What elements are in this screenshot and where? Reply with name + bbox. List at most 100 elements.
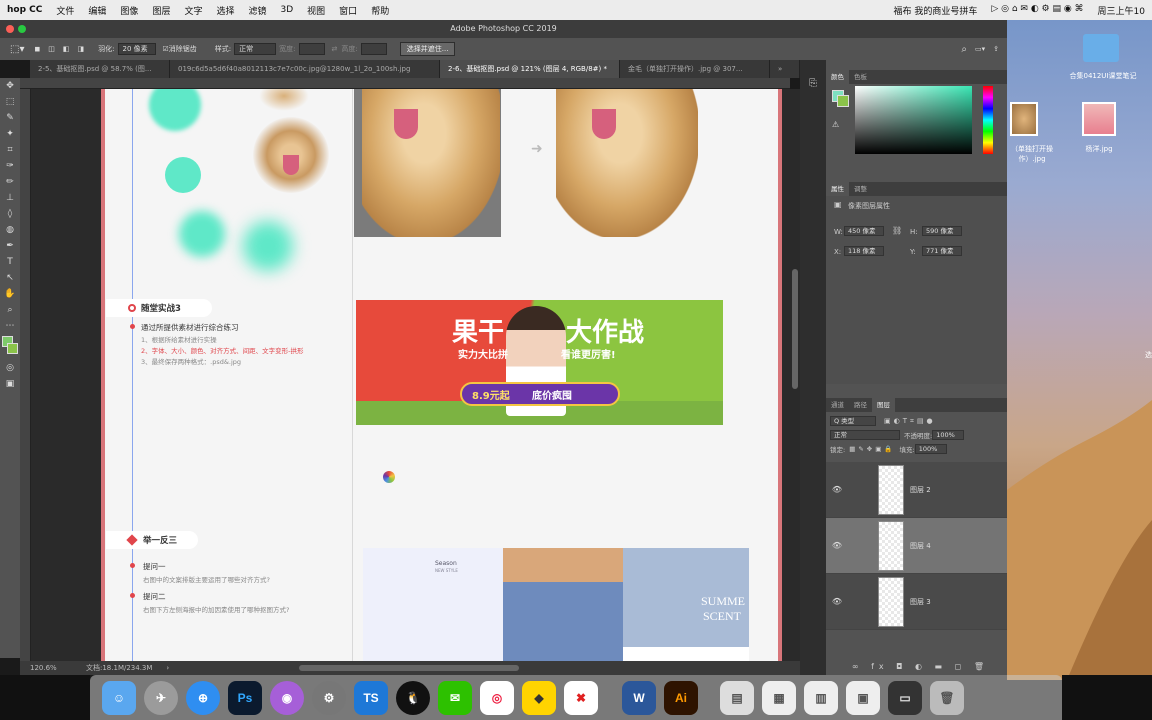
height-input[interactable] (360, 43, 387, 55)
stamp-tool-icon[interactable]: ⊥ (0, 190, 20, 206)
eyedropper-tool-icon[interactable]: ✑ (0, 158, 20, 174)
visibility-eye-icon[interactable]: 👁 (826, 541, 848, 550)
menu-3d[interactable]: 3D (281, 5, 294, 15)
search-icon[interactable]: ⌕ (961, 44, 967, 55)
word-icon[interactable]: W (622, 680, 656, 715)
layer-row-selected[interactable]: 👁 图层 4 (826, 518, 1007, 574)
layer-row[interactable]: 👁 图层 2 (826, 462, 1007, 518)
marquee-tool-icon[interactable]: ⬚ (0, 94, 20, 110)
nuts-icon[interactable]: ◆ (522, 680, 556, 715)
visibility-eye-icon[interactable]: 👁 (826, 485, 848, 494)
menu-app[interactable]: hop CC (7, 5, 42, 15)
background-color-swatch[interactable] (7, 343, 18, 354)
vertical-scrollbar[interactable] (790, 89, 800, 661)
menu-type[interactable]: 文字 (184, 4, 202, 17)
menu-edit[interactable]: 编辑 (88, 4, 106, 17)
status-menu-icon[interactable]: › (166, 664, 169, 672)
select-and-mask-button[interactable]: 选择并遮住... (399, 42, 456, 56)
share-icon[interactable]: ⇪ (993, 45, 999, 53)
zoom-tool-icon[interactable]: ⌕ (0, 302, 20, 318)
safari-icon[interactable]: ⊕ (186, 680, 220, 715)
finder-icon[interactable]: ☺ (102, 680, 136, 715)
layer-name[interactable]: 图层 3 (910, 597, 931, 607)
link-icon[interactable]: ⛓ (892, 226, 902, 235)
dog-file-label[interactable]: （单独打开操作）.jpg (1007, 144, 1057, 164)
illustrator-icon[interactable]: Ai (664, 680, 698, 715)
tab-adjustments[interactable]: 调整 (849, 182, 872, 196)
close-window-button[interactable] (6, 25, 14, 33)
tab-layers[interactable]: 图层 (872, 398, 895, 412)
crop-tool-icon[interactable]: ⌗ (0, 142, 20, 158)
document-canvas[interactable]: ➜ 随堂实战3 通过所提供素材进行综合练习 1、根据所给素材进行实操 2、字体、… (101, 89, 781, 661)
new-selection-icon[interactable]: ◼ (34, 45, 40, 53)
dog-file-thumbnail[interactable] (1010, 102, 1038, 136)
zoom-level[interactable]: 120.6% (30, 664, 80, 672)
filter-icons[interactable]: ▣◐T⌗▤● (884, 417, 936, 426)
tab-paths[interactable]: 路径 (849, 398, 872, 412)
lock-icons[interactable]: ▦✎✥▣🔒 (849, 445, 895, 453)
tab-swatches[interactable]: 色板 (849, 70, 872, 84)
document-thumbnail-icon[interactable]: ▦ (762, 680, 796, 715)
document-thumbnail-icon[interactable]: ▥ (804, 680, 838, 715)
hand-tool-icon[interactable]: ✋ (0, 286, 20, 302)
history-panel-icon[interactable]: ⎘ (800, 78, 826, 89)
layers-footer-icons[interactable]: ∞ fx ◘ ◐ ▬ ◻ 🗑 (826, 659, 1007, 675)
tab-doc-golden[interactable]: 金毛（单独打开操作）.jpg @ 307... (620, 60, 770, 78)
visibility-eye-icon[interactable]: 👁 (826, 597, 848, 606)
background-color-chip[interactable] (837, 95, 849, 107)
launchpad-icon[interactable]: ✈ (144, 680, 178, 715)
add-selection-icon[interactable]: ◫ (48, 45, 55, 53)
eraser-tool-icon[interactable]: ◊ (0, 206, 20, 222)
menubar-icons[interactable]: ▷ ◎ ⌂ ✉ ◐ ⚙ ▤ ◉ ⌘ (991, 4, 1083, 17)
menu-help[interactable]: 帮助 (371, 4, 389, 17)
more-tools-icon[interactable]: ⋯ (0, 318, 20, 334)
document-thumbnail-icon[interactable]: ▣ (846, 680, 880, 715)
doc-size[interactable]: 文档:18.1M/234.3M (86, 663, 152, 673)
tabs-overflow-icon[interactable]: » (770, 60, 800, 78)
menu-view[interactable]: 视图 (307, 4, 325, 17)
blend-mode-select[interactable]: 正常 (830, 430, 900, 440)
intersect-selection-icon[interactable]: ◨ (78, 45, 85, 53)
x-field[interactable]: 118 像素 (844, 246, 884, 256)
swap-icon[interactable]: ⇄ (332, 45, 338, 53)
menu-select[interactable]: 选择 (216, 4, 234, 17)
menu-layer[interactable]: 图层 (152, 4, 170, 17)
height-field[interactable]: 590 像素 (922, 226, 962, 236)
pen-tool-icon[interactable]: ✒ (0, 238, 20, 254)
photoshop-icon[interactable]: Ps (228, 680, 262, 715)
style-select[interactable]: 正常 (234, 43, 277, 55)
marquee-tool-icon[interactable]: ⬚▾ (10, 44, 24, 55)
teamviewer-icon[interactable]: TS (354, 680, 388, 715)
bucket-tool-icon[interactable]: ◍ (0, 222, 20, 238)
menu-filter[interactable]: 滤镜 (248, 4, 266, 17)
layer-name[interactable]: 图层 2 (910, 485, 931, 495)
y-field[interactable]: 771 像素 (922, 246, 962, 256)
menu-image[interactable]: 图像 (120, 4, 138, 17)
tab-channels[interactable]: 通道 (826, 398, 849, 412)
chrome-like-icon[interactable]: ◎ (480, 680, 514, 715)
workspace-icon[interactable]: ▭▾ (975, 45, 985, 53)
subtract-selection-icon[interactable]: ◧ (63, 45, 70, 53)
menu-file[interactable]: 文件 (56, 4, 74, 17)
magic-wand-tool-icon[interactable]: ✦ (0, 126, 20, 142)
type-tool-icon[interactable]: T (0, 254, 20, 270)
desktop-edge-label[interactable]: 选 (1145, 350, 1152, 360)
xmind-icon[interactable]: ✖ (564, 680, 598, 715)
layer-filter-select[interactable]: Q 类型 (830, 416, 876, 426)
layer-name[interactable]: 图层 4 (910, 541, 931, 551)
feather-input[interactable]: 20 像素 (117, 43, 156, 55)
tab-properties[interactable]: 属性 (826, 182, 849, 196)
tab-doc-2-6[interactable]: 2-6、基础抠图.psd @ 121% (图层 4, RGB/8#) * (440, 60, 620, 78)
qq-icon[interactable]: 🐧 (396, 680, 430, 715)
document-thumbnail-icon[interactable]: ▤ (720, 680, 754, 715)
move-tool-icon[interactable]: ✥ (0, 78, 20, 94)
system-preferences-icon[interactable]: ⚙ (312, 680, 346, 715)
path-select-tool-icon[interactable]: ↖ (0, 270, 20, 286)
horizontal-scrollbar[interactable] (299, 665, 520, 671)
color-picker-field[interactable] (855, 86, 972, 154)
folder-label[interactable]: 合集0412UI课堂笔记 (1063, 72, 1143, 81)
brush-tool-icon[interactable]: ✏ (0, 174, 20, 190)
screen-mode-icon[interactable]: ▣ (0, 376, 20, 392)
fill-field[interactable]: 100% (914, 444, 947, 454)
trash-icon[interactable]: 🗑 (930, 680, 964, 715)
